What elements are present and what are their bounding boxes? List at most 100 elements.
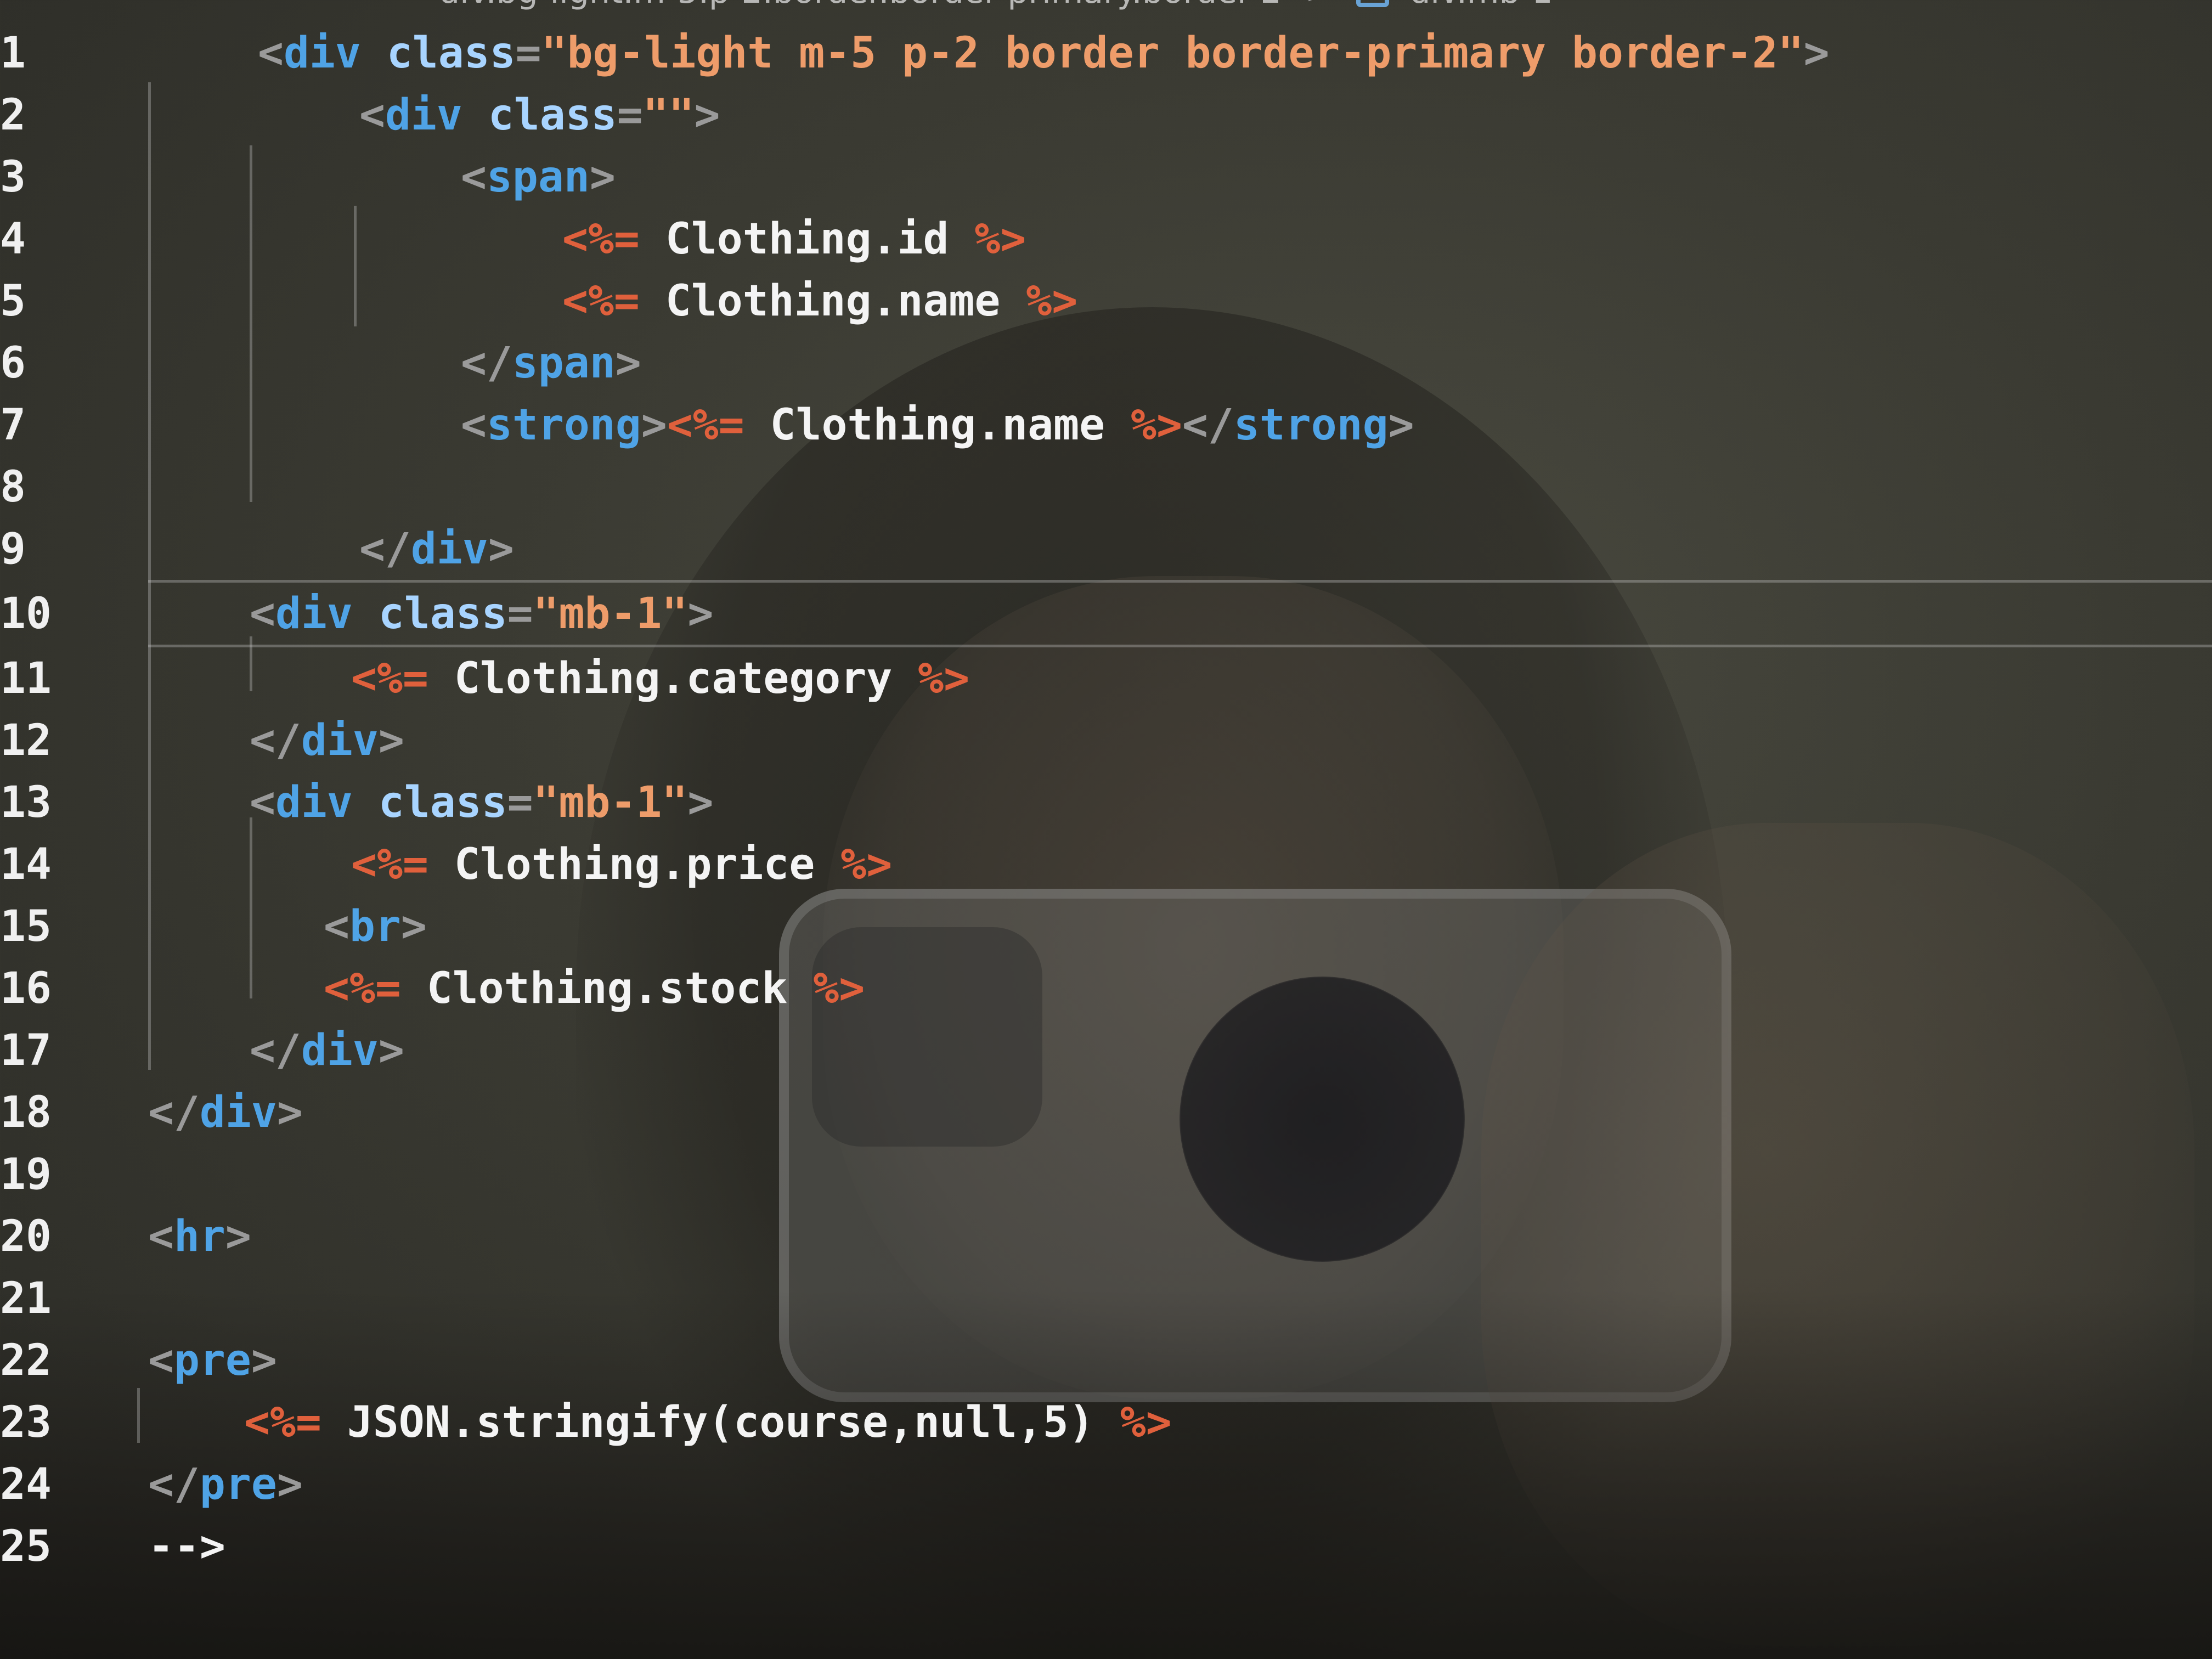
code-line[interactable]: 13 <div class="mb-1"> bbox=[0, 771, 2212, 833]
code-line[interactable]: 10 <div class="mb-1"> bbox=[0, 580, 2212, 647]
code-token-attr: class bbox=[378, 589, 507, 639]
code-content: <span> bbox=[461, 153, 616, 202]
code-token-erb: %> bbox=[813, 963, 865, 1013]
code-token-punct: > bbox=[378, 715, 404, 765]
breadcrumb: div.bg-light.m-5.p-2.border.border-prima… bbox=[439, 0, 1553, 11]
code-token-erb: %> bbox=[1131, 400, 1182, 450]
code-line[interactable]: 6 </span> bbox=[0, 332, 2212, 394]
code-line[interactable]: 9 </div> bbox=[0, 518, 2212, 580]
code-line[interactable]: 17 </div> bbox=[0, 1019, 2212, 1081]
code-token-tag: div bbox=[275, 589, 353, 639]
code-editor[interactable]: 1 <div class="bg-light m-5 p-2 border bor… bbox=[0, 22, 2212, 1577]
code-token-punct: > bbox=[225, 1211, 251, 1261]
code-token-tag: div bbox=[301, 715, 379, 765]
code-line[interactable]: 8 bbox=[0, 456, 2212, 518]
line-number: 14 bbox=[0, 839, 52, 889]
code-line[interactable]: 23 <%= JSON.stringify(course,null,5) %> bbox=[0, 1391, 2212, 1453]
code-content: <br> bbox=[324, 902, 427, 951]
line-number: 8 bbox=[0, 462, 26, 512]
line-number: 13 bbox=[0, 777, 52, 827]
line-number: 19 bbox=[0, 1149, 52, 1199]
code-token-tag: div bbox=[301, 1025, 379, 1075]
code-token-punct: > bbox=[641, 400, 667, 450]
code-token-tag: div bbox=[385, 90, 462, 140]
code-line[interactable]: 16 <%= Clothing.stock %> bbox=[0, 957, 2212, 1019]
code-line[interactable]: 1 <div class="bg-light m-5 p-2 border bor… bbox=[0, 22, 2212, 84]
code-content: <div class="mb-1"> bbox=[250, 778, 713, 827]
indent-guide bbox=[137, 1388, 140, 1443]
code-line[interactable]: 7 <strong><%= Clothing.name %></strong> bbox=[0, 394, 2212, 456]
code-content: <div class="bg-light m-5 p-2 border bord… bbox=[258, 29, 1830, 78]
code-line[interactable]: 25 --> bbox=[0, 1515, 2212, 1577]
code-token-erb: %> bbox=[840, 839, 893, 889]
code-token-tag: div bbox=[199, 1087, 277, 1137]
code-token-punct: > bbox=[1388, 400, 1414, 450]
code-token-str: "mb-1" bbox=[533, 589, 688, 639]
code-line[interactable]: 4 <%= Clothing.id %> bbox=[0, 208, 2212, 270]
code-line[interactable]: 11 <%= Clothing.category %> bbox=[0, 647, 2212, 709]
code-token-text: --> bbox=[148, 1521, 225, 1571]
code-line[interactable]: 18 </div> bbox=[0, 1081, 2212, 1143]
code-line[interactable]: 5 <%= Clothing.name %> bbox=[0, 270, 2212, 332]
code-token-tag: pre bbox=[173, 1335, 251, 1385]
code-content: <%= JSON.stringify(course,null,5) %> bbox=[244, 1398, 1172, 1447]
code-content: --> bbox=[148, 1522, 225, 1571]
code-line[interactable]: 22 <pre> bbox=[0, 1329, 2212, 1391]
code-content: <div class="mb-1"> bbox=[250, 589, 713, 639]
code-line[interactable]: 2 <div class=""> bbox=[0, 84, 2212, 146]
code-token-punct: < bbox=[148, 1335, 174, 1385]
code-token-tag: div bbox=[275, 777, 353, 827]
code-content: <%= Clothing.name %> bbox=[562, 276, 1077, 326]
code-content: </div> bbox=[250, 1026, 404, 1075]
code-content: </pre> bbox=[148, 1460, 303, 1509]
code-token-punct: > bbox=[1803, 28, 1830, 78]
line-number: 25 bbox=[0, 1521, 52, 1571]
code-line[interactable]: 24 </pre> bbox=[0, 1453, 2212, 1515]
code-line[interactable]: 3 <span> bbox=[0, 146, 2212, 208]
breadcrumb-path[interactable]: div.bg-light.m-5.p-2.border.border-prima… bbox=[439, 0, 1282, 11]
code-line[interactable]: 15 <br> bbox=[0, 895, 2212, 957]
code-token-tag: span bbox=[512, 338, 616, 388]
breadcrumb-separator: > bbox=[1305, 0, 1333, 11]
line-number: 2 bbox=[0, 90, 26, 140]
cube-icon bbox=[1356, 0, 1390, 8]
line-number: 24 bbox=[0, 1459, 52, 1509]
code-token-tag: strong bbox=[1233, 400, 1389, 450]
code-token-expr: Clothing.stock bbox=[400, 963, 814, 1013]
code-token-erb: %> bbox=[918, 653, 970, 703]
code-line[interactable]: 21 bbox=[0, 1267, 2212, 1329]
code-token-punct: </ bbox=[148, 1459, 200, 1509]
line-number: 15 bbox=[0, 901, 52, 951]
indent-guide bbox=[250, 817, 252, 998]
breadcrumb-current[interactable]: div.mb-1 bbox=[1409, 0, 1553, 11]
code-content: <%= Clothing.id %> bbox=[562, 215, 1026, 264]
code-token-expr: Clothing.category bbox=[428, 653, 918, 703]
code-token-tag: span bbox=[486, 152, 590, 202]
code-token-erb: <%= bbox=[667, 400, 744, 450]
code-token-tag: div bbox=[283, 28, 361, 78]
code-content: <strong><%= Clothing.name %></strong> bbox=[461, 400, 1414, 450]
code-token-punct: < bbox=[258, 28, 284, 78]
code-line[interactable]: 14 <%= Clothing.price %> bbox=[0, 833, 2212, 895]
code-line[interactable]: 20 <hr> bbox=[0, 1205, 2212, 1267]
code-content: </div> bbox=[359, 524, 514, 574]
code-token-erb: %> bbox=[974, 214, 1026, 264]
line-number: 1 bbox=[0, 28, 26, 78]
code-token-punct: < bbox=[461, 152, 487, 202]
code-content: </div> bbox=[250, 716, 404, 765]
code-token-punct: </ bbox=[359, 524, 411, 574]
indent-guide bbox=[250, 145, 252, 502]
line-number: 10 bbox=[0, 589, 52, 639]
code-content: <%= Clothing.category %> bbox=[351, 654, 969, 703]
code-token-punct: < bbox=[250, 777, 275, 827]
code-token-punct: > bbox=[251, 1335, 277, 1385]
code-line[interactable]: 12 </div> bbox=[0, 709, 2212, 771]
code-token-expr: JSON.stringify(course,null,5) bbox=[321, 1397, 1120, 1447]
code-token-erb: <%= bbox=[351, 839, 428, 889]
code-content: <%= Clothing.stock %> bbox=[324, 964, 865, 1013]
code-line[interactable]: 19 bbox=[0, 1143, 2212, 1205]
code-token-punct: </ bbox=[461, 338, 512, 388]
line-number: 9 bbox=[0, 524, 26, 574]
